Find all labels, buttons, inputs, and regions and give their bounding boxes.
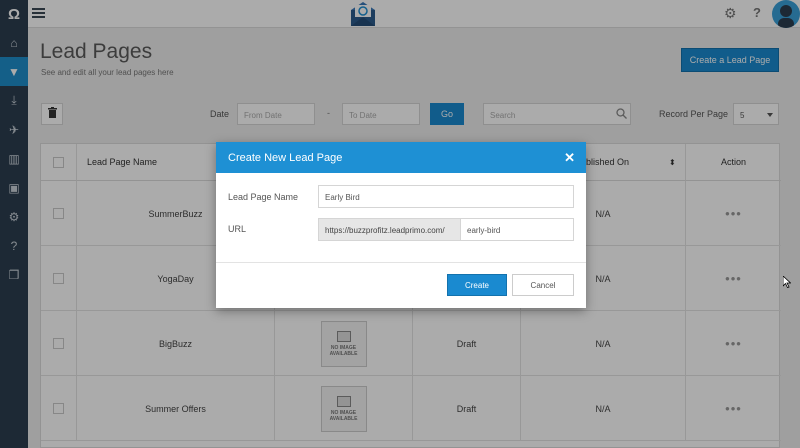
url-prefix: https://buzzprofitz.leadprimo.com/ xyxy=(318,218,461,241)
close-icon[interactable]: ✕ xyxy=(564,150,575,166)
dialog-title: Create New Lead Page xyxy=(228,151,343,164)
cancel-button[interactable]: Cancel xyxy=(512,274,574,296)
dialog-divider xyxy=(216,262,586,263)
lead-page-name-label: Lead Page Name xyxy=(228,192,299,202)
lead-page-name-input[interactable]: Early Bird xyxy=(318,185,574,208)
create-button[interactable]: Create xyxy=(447,274,507,296)
url-slug-input[interactable]: early-bird xyxy=(460,218,574,241)
url-label: URL xyxy=(228,224,247,234)
mouse-cursor-icon xyxy=(782,275,792,293)
dialog-header: Create New Lead Page ✕ xyxy=(216,142,586,173)
create-lead-page-dialog: Create New Lead Page ✕ Lead Page Name Ea… xyxy=(216,142,586,308)
